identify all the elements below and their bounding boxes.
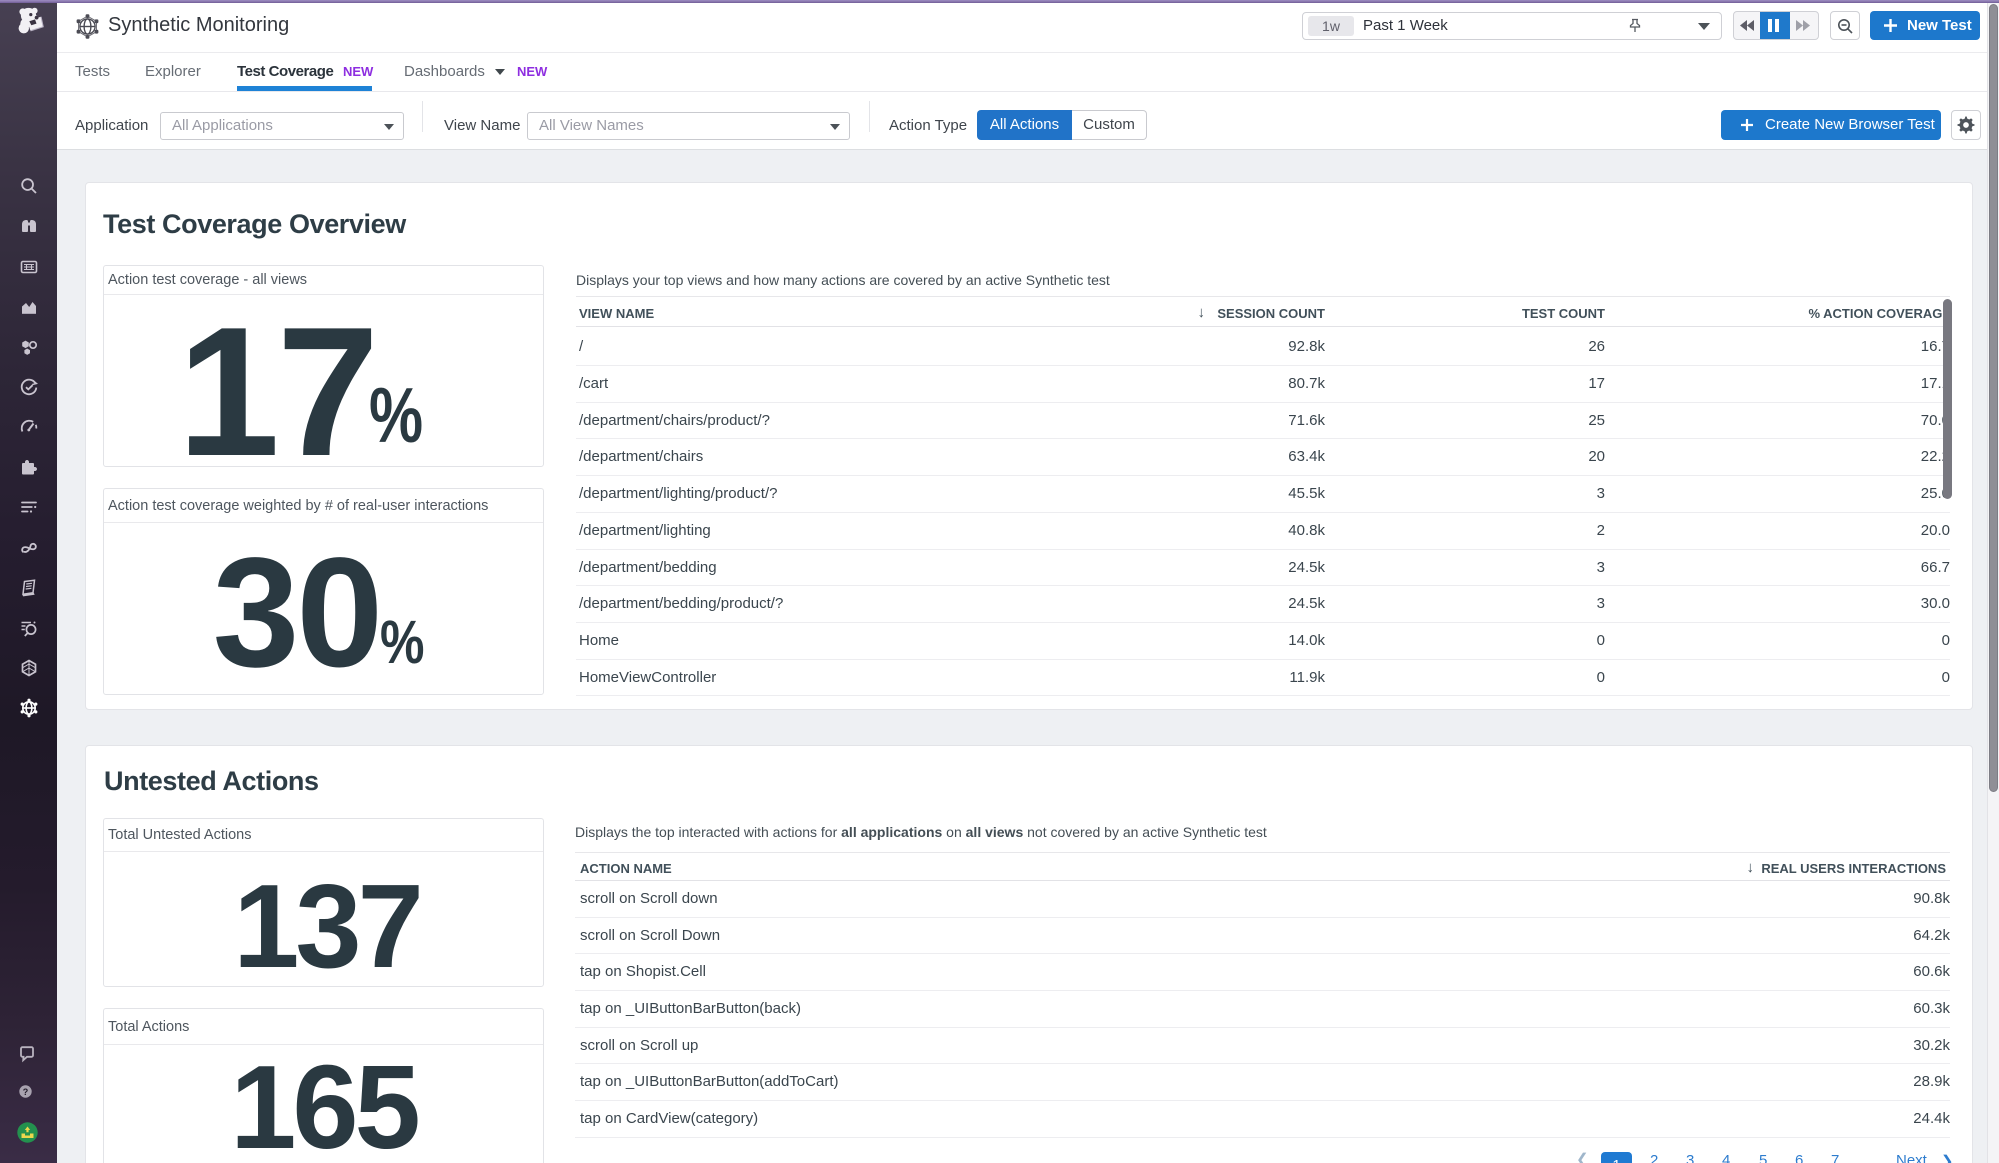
- svg-text:?: ?: [23, 1087, 29, 1097]
